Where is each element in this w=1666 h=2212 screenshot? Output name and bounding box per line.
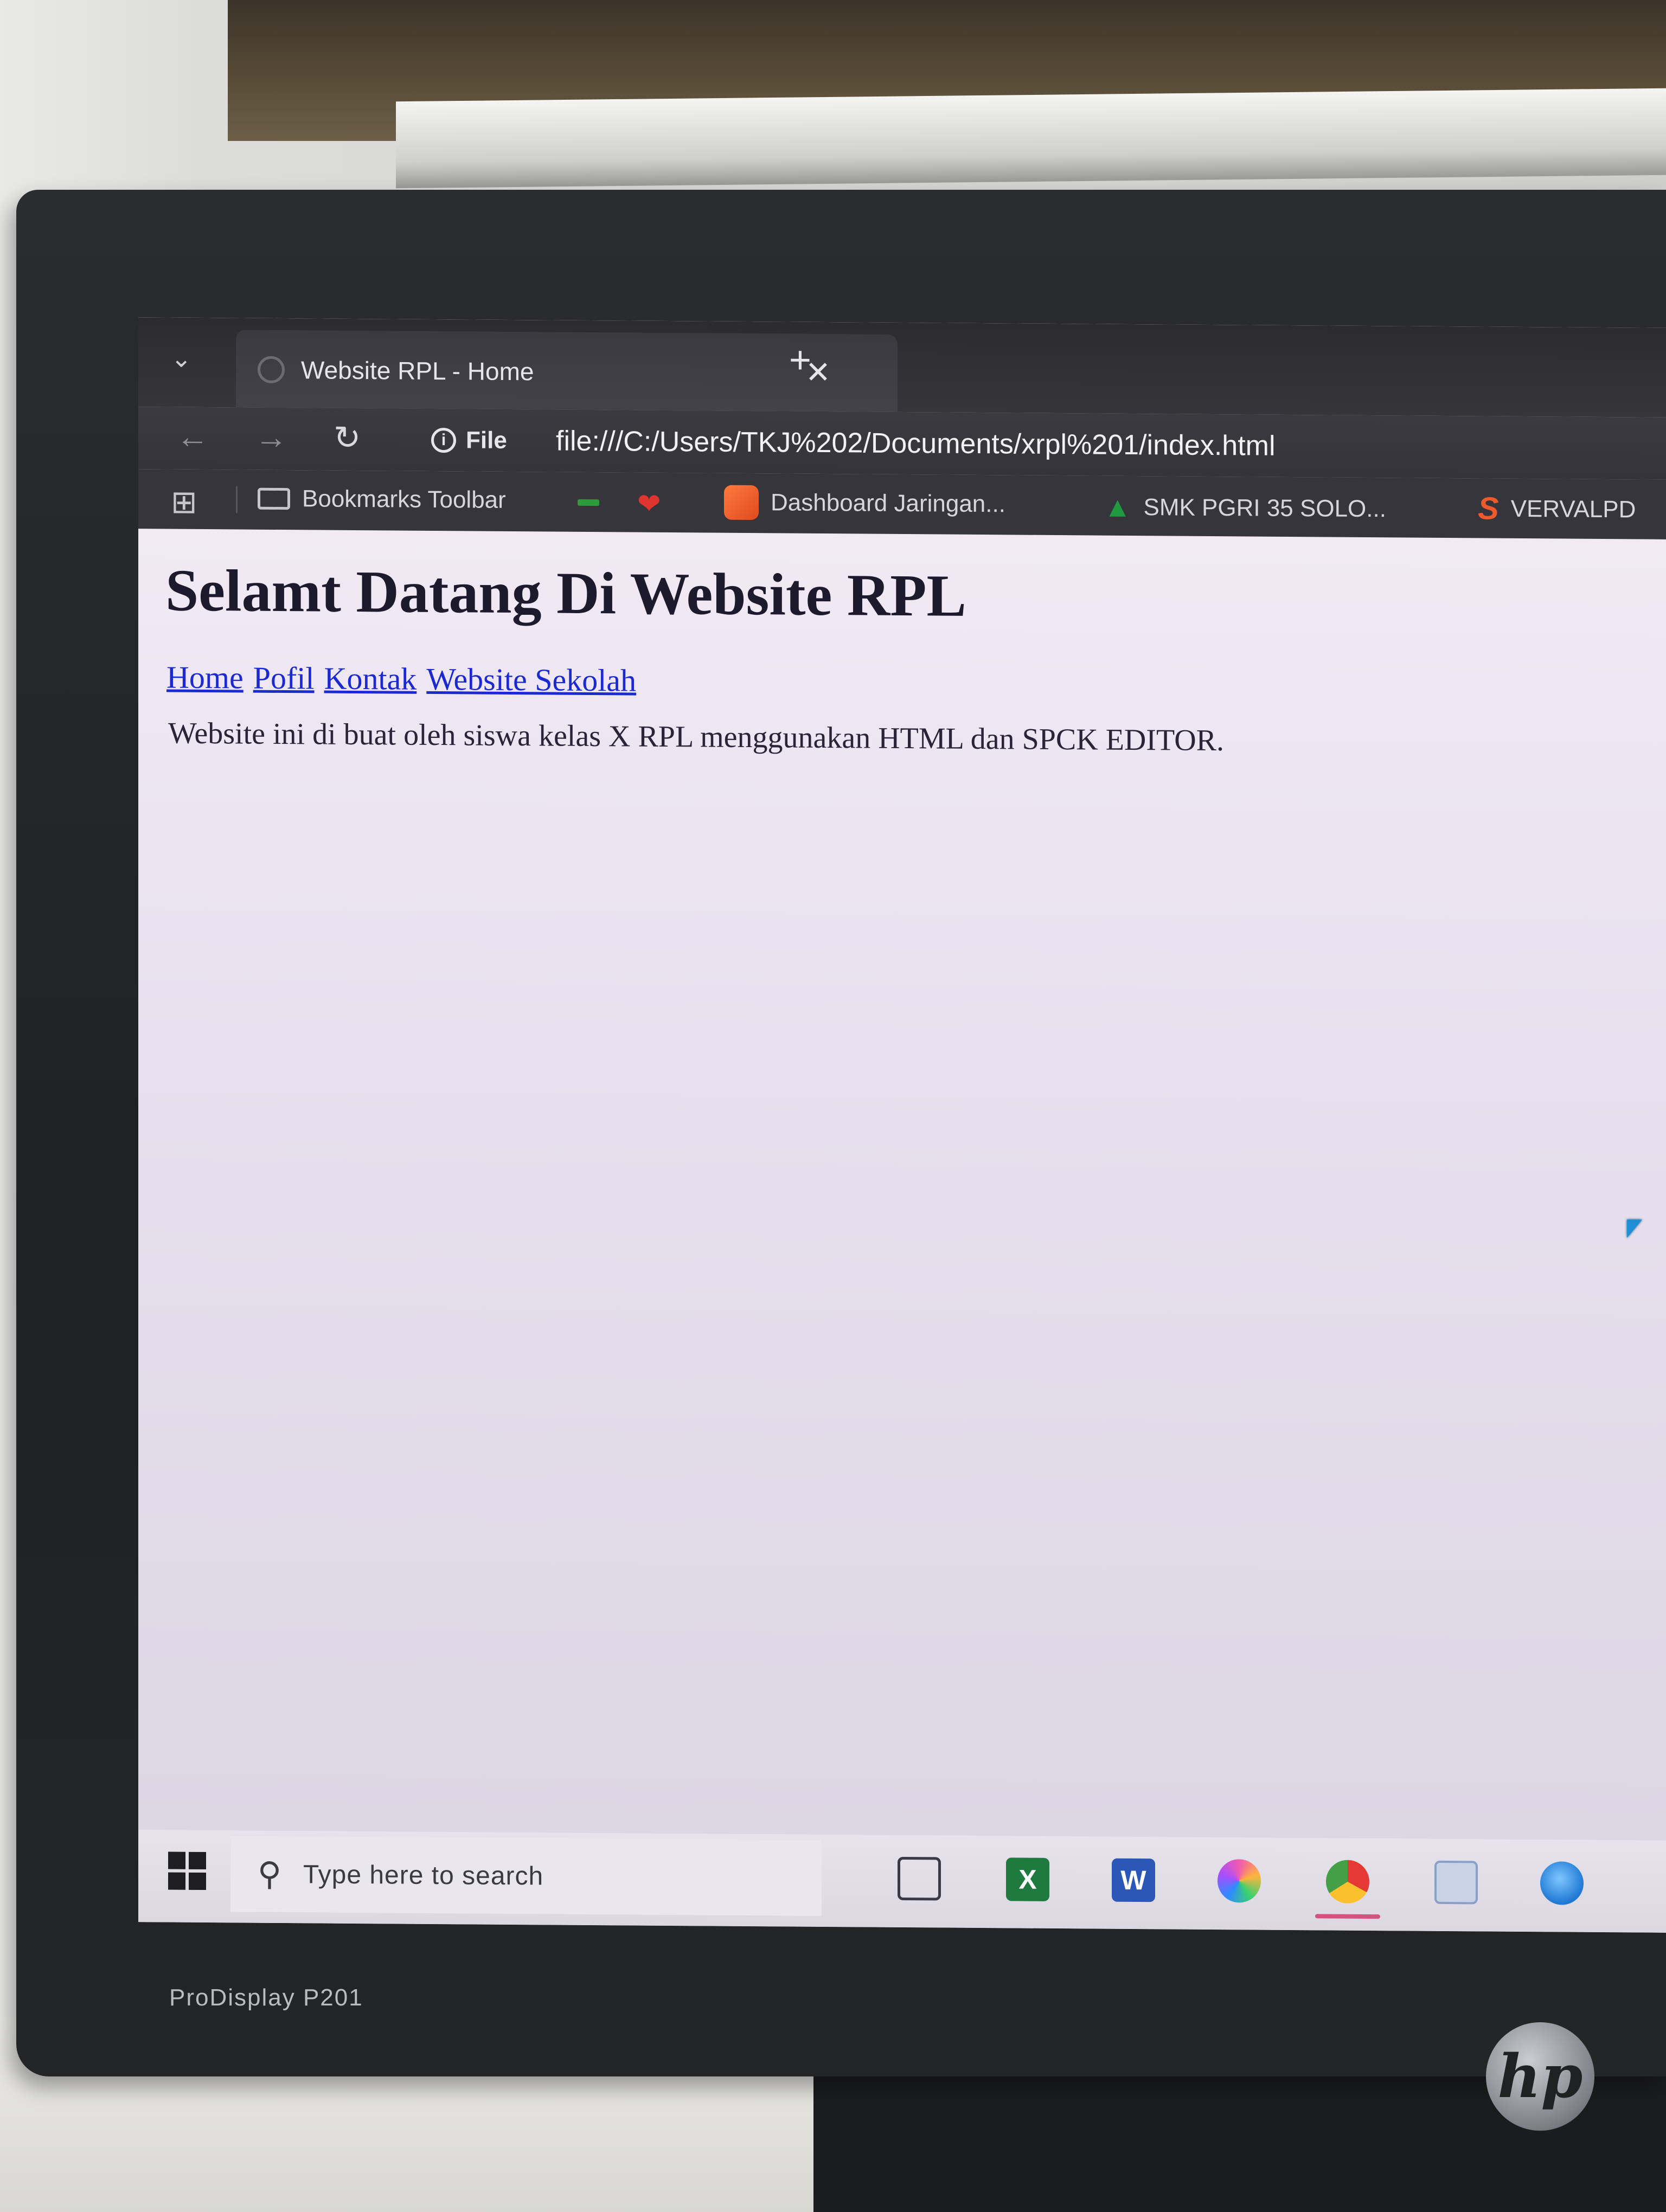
bookmark-green[interactable] — [578, 499, 599, 506]
tab-bar: ⌄ Website RPL - Home ✕ + — [138, 317, 1666, 417]
excel-icon[interactable]: X — [1006, 1857, 1049, 1901]
navigation-bar: ← → ↻ i File file:///C:/Users/TKJ%202/Do… — [138, 407, 1666, 480]
search-icon: ⚲ — [258, 1855, 281, 1893]
chevron-down-icon[interactable]: ⌄ — [171, 344, 192, 373]
active-app-indicator — [1315, 1914, 1380, 1919]
windows-start-icon[interactable] — [168, 1851, 206, 1891]
link-home[interactable]: Home — [166, 659, 244, 696]
hp-logo: hp — [1486, 2022, 1594, 2131]
monitor-model-label: ProDisplay P201 — [169, 1984, 363, 2011]
chrome-icon[interactable] — [1326, 1860, 1369, 1904]
bookmark-dashboard[interactable]: Dashboard Jaringan... — [724, 485, 1005, 522]
shelf-edge — [396, 88, 1666, 189]
globe-icon — [258, 356, 285, 384]
bookmark-heart[interactable]: ❤ — [637, 488, 661, 520]
task-view-icon[interactable] — [898, 1856, 941, 1901]
bookmark-smk[interactable]: ▲ SMK PGRI 35 SOLO... — [1104, 491, 1386, 526]
site-info-label: File — [466, 427, 507, 454]
s-logo-icon: S — [1478, 491, 1499, 526]
reload-icon[interactable]: ↻ — [334, 419, 361, 457]
heart-icon: ❤ — [637, 488, 661, 520]
info-icon: i — [431, 427, 456, 453]
taskbar: ⚲ Type here to search X W — [138, 1830, 1666, 1933]
copilot-icon[interactable] — [1218, 1859, 1261, 1903]
edge-icon[interactable] — [1540, 1861, 1584, 1905]
site-info-button[interactable]: i File — [431, 419, 507, 462]
bookmarks-bar: ⊞ Bookmarks Toolbar ❤ Dashboard Jaringan… — [138, 469, 1666, 541]
new-tab-button[interactable]: + — [789, 338, 811, 382]
web-page: Selamt Datang Di Website RPL Home Pofil … — [138, 529, 1666, 1841]
link-profil[interactable]: Pofil — [253, 660, 315, 697]
bookmark-vervalpd[interactable]: S VERVALPD — [1478, 490, 1636, 528]
tab-title: Website RPL - Home — [301, 356, 534, 386]
mouse-cursor-icon — [1627, 1219, 1642, 1238]
page-description: Website ini di buat oleh siswa kelas X R… — [168, 716, 1224, 758]
screen: ⌄ Website RPL - Home ✕ + ← → ↻ i File fi… — [138, 317, 1666, 1933]
bookmarks-divider — [236, 486, 238, 513]
taskbar-search[interactable]: ⚲ Type here to search — [230, 1836, 822, 1916]
apps-grid-icon[interactable]: ⊞ — [171, 484, 197, 520]
forward-icon[interactable]: → — [255, 419, 287, 456]
window-icon[interactable] — [1434, 1860, 1478, 1905]
site-nav: Home Pofil Kontak Website Sekolah — [166, 659, 636, 699]
bookmark-label: SMK PGRI 35 SOLO... — [1143, 494, 1386, 523]
address-bar[interactable]: file:///C:/Users/TKJ%202/Documents/xrpl%… — [556, 425, 1276, 462]
page-title: Selamt Datang Di Website RPL — [165, 557, 966, 629]
green-bookmark-icon — [578, 499, 599, 506]
bookmark-label: Bookmarks Toolbar — [302, 485, 506, 513]
folder-icon — [258, 487, 290, 510]
link-kontak[interactable]: Kontak — [324, 660, 417, 697]
dashboard-icon — [724, 485, 759, 520]
bookmark-label: Dashboard Jaringan... — [771, 489, 1005, 518]
word-icon[interactable]: W — [1112, 1858, 1155, 1902]
back-icon[interactable]: ← — [176, 418, 209, 455]
search-placeholder: Type here to search — [303, 1860, 544, 1891]
link-website-sekolah[interactable]: Website Sekolah — [426, 661, 636, 699]
bookmark-folder-toolbar[interactable]: Bookmarks Toolbar — [258, 485, 506, 514]
bookmark-label: VERVALPD — [1510, 495, 1636, 523]
graduation-cap-icon: ▲ — [1104, 491, 1132, 523]
